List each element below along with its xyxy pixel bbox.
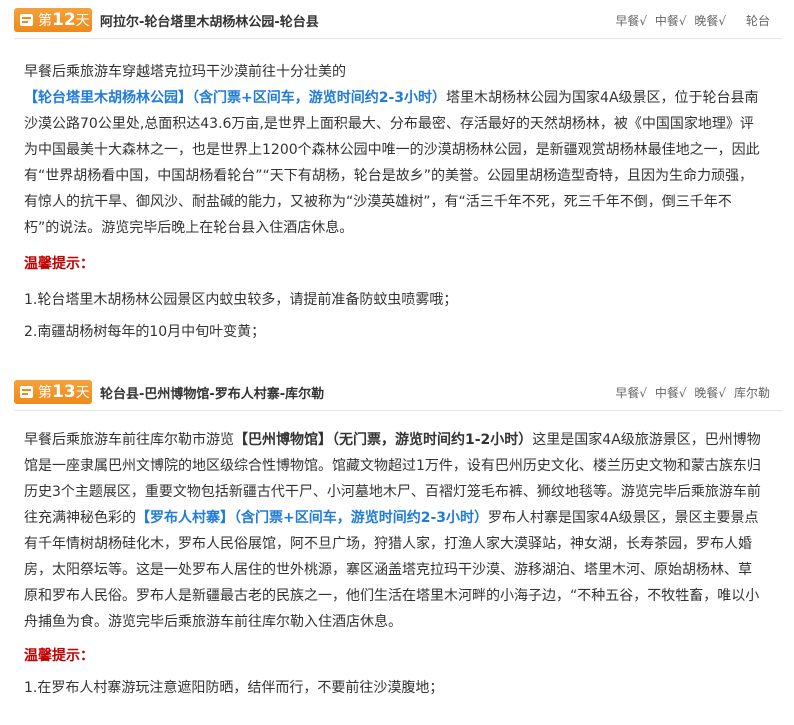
badge-prefix: 第 xyxy=(38,13,52,29)
tip-item: 1.在罗布人村寨游玩注意遮阳防晒，结伴而行，不要前往沙漠腹地； xyxy=(24,680,444,696)
day-route: 阿拉尔-轮台塔里木胡杨林公园-轮台县 xyxy=(100,15,319,30)
tips-title: 温馨提示： xyxy=(24,648,94,664)
calendar-icon xyxy=(20,14,33,26)
description-paragraph: 早餐后乘旅游车穿越塔克拉玛干沙漠前往十分壮美的【轮台塔里木胡杨林公园】（含门票+… xyxy=(24,59,764,241)
badge-day-number: 13 xyxy=(52,382,76,402)
day-badge: 第13天 xyxy=(14,380,92,404)
meal-dinner: 晚餐√ xyxy=(694,14,726,28)
meal-breakfast: 早餐√ xyxy=(615,386,648,400)
calendar-icon xyxy=(20,386,33,398)
description-text: 塔里木胡杨林公园为国家4A级景区，位于轮台县南沙漠公路70公里处,总面积达43.… xyxy=(24,90,760,236)
badge-day-number: 12 xyxy=(52,10,76,30)
day-description: 早餐后乘旅游车前往库尔勒市游览【巴州博物馆】（无门票，游览时间约1-2小时）这里… xyxy=(24,427,764,701)
description-text: 早餐后乘旅游车前往库尔勒市游览 xyxy=(24,432,234,448)
badge-suffix: 天 xyxy=(75,385,90,401)
tip-item: 1.轮台塔里木胡杨林公园景区内蚊虫较多，请提前准备防蚊虫喷雾哦； xyxy=(24,292,458,308)
day-description: 早餐后乘旅游车穿越塔克拉玛干沙漠前往十分壮美的【轮台塔里木胡杨林公园】（含门票+… xyxy=(24,59,764,345)
badge-prefix: 第 xyxy=(38,385,52,401)
stay-location: 轮台 xyxy=(745,14,770,28)
attraction-name: 【巴州博物馆】（无门票，游览时间约1-2小时） xyxy=(234,432,533,448)
meal-lunch: 中餐√ xyxy=(654,14,687,28)
day-13-block: 第13天 轮台县-巴州博物馆-罗布人村寨-库尔勒 早餐√ 中餐√ 晚餐√ 库尔勒… xyxy=(0,374,794,701)
attraction-highlight: 【轮台塔里木胡杨林公园】（含门票+区间车，游览时间约2-3小时） xyxy=(24,90,447,106)
tip-item: 2.南疆胡杨树每年的10月中旬叶变黄； xyxy=(24,324,266,340)
meal-dinner: 晚餐√ xyxy=(694,386,726,400)
attraction-highlight: 【罗布人村寨】（含门票+区间车，游览时间约2-3小时） xyxy=(136,510,489,526)
day-header: 第13天 轮台县-巴州博物馆-罗布人村寨-库尔勒 早餐√ 中餐√ 晚餐√ 库尔勒 xyxy=(14,374,782,411)
meal-breakfast: 早餐√ xyxy=(615,14,648,28)
day-route: 轮台县-巴州博物馆-罗布人村寨-库尔勒 xyxy=(100,387,325,402)
meals-info: 早餐√ 中餐√ 晚餐√ xyxy=(611,12,726,29)
description-paragraph: 早餐后乘旅游车前往库尔勒市游览【巴州博物馆】（无门票，游览时间约1-2小时）这里… xyxy=(24,427,764,635)
day-badge: 第12天 xyxy=(14,8,92,32)
description-text: 罗布人村寨是国家4A级景区，景区主要景点有千年情树胡杨硅化木，罗布人民俗展馆，阿… xyxy=(24,510,760,630)
description-text: 早餐后乘旅游车穿越塔克拉玛干沙漠前往十分壮美的 xyxy=(24,64,346,80)
badge-suffix: 天 xyxy=(75,13,90,29)
tips-title: 温馨提示： xyxy=(24,256,94,272)
meals-info: 早餐√ 中餐√ 晚餐√ xyxy=(611,384,726,401)
day-header: 第12天 阿拉尔-轮台塔里木胡杨林公园-轮台县 早餐√ 中餐√ 晚餐√ 轮台 xyxy=(14,2,782,39)
meal-lunch: 中餐√ xyxy=(654,386,687,400)
day-12-block: 第12天 阿拉尔-轮台塔里木胡杨林公园-轮台县 早餐√ 中餐√ 晚餐√ 轮台 早… xyxy=(0,2,794,345)
stay-location: 库尔勒 xyxy=(733,386,770,400)
